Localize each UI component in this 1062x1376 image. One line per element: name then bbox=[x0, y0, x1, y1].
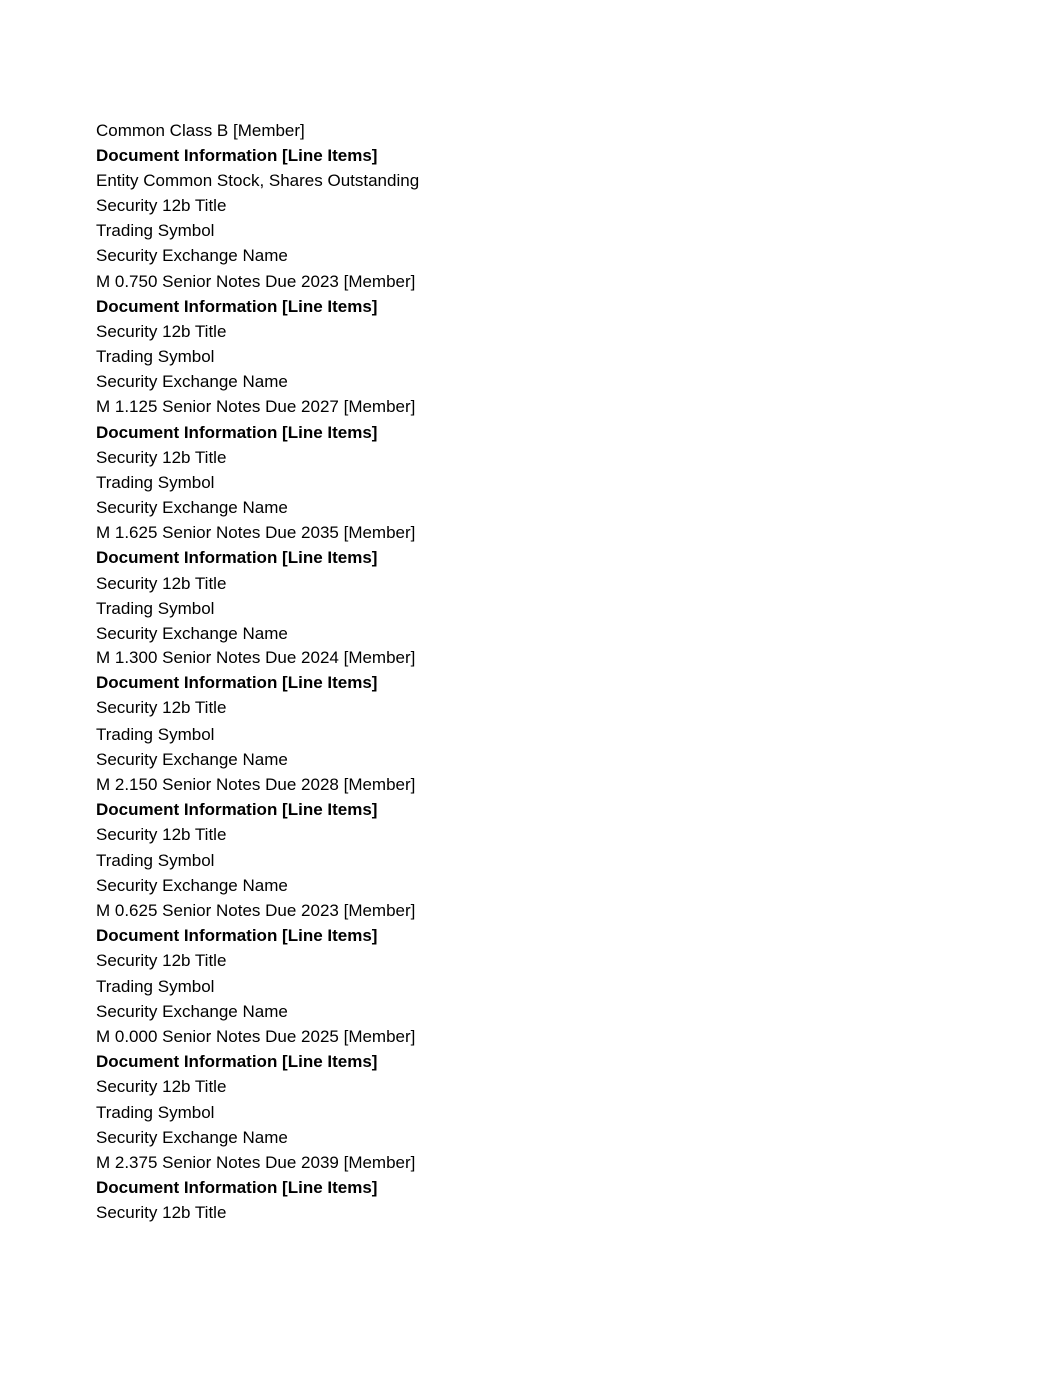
row-label: M 0.625 Senior Notes Due 2023 [Member] bbox=[96, 901, 416, 920]
row-label: Security 12b Title bbox=[96, 196, 227, 215]
row-label: Security 12b Title bbox=[96, 1077, 227, 1096]
row-label: Trading Symbol bbox=[96, 347, 215, 366]
row-label: M 2.375 Senior Notes Due 2039 [Member] bbox=[96, 1153, 416, 1172]
row-label: Security Exchange Name bbox=[96, 1002, 288, 1021]
row-label: Security Exchange Name bbox=[96, 624, 288, 643]
section-header: Document Information [Line Items] bbox=[96, 1178, 378, 1197]
row-label: M 0.750 Senior Notes Due 2023 [Member] bbox=[96, 272, 416, 291]
row-label: M 1.625 Senior Notes Due 2035 [Member] bbox=[96, 523, 416, 542]
section-header: Document Information [Line Items] bbox=[96, 423, 378, 442]
row-label: Security Exchange Name bbox=[96, 246, 288, 265]
section-header: Document Information [Line Items] bbox=[96, 297, 378, 316]
row-label: Trading Symbol bbox=[96, 599, 215, 618]
section-header: Document Information [Line Items] bbox=[96, 800, 378, 819]
row-label: Entity Common Stock, Shares Outstanding bbox=[96, 171, 420, 190]
row-label: Security 12b Title bbox=[96, 574, 227, 593]
row-label: Security 12b Title bbox=[96, 448, 227, 467]
section-header: Document Information [Line Items] bbox=[96, 1052, 378, 1071]
section-header: Document Information [Line Items] bbox=[96, 673, 378, 692]
row-label: Security Exchange Name bbox=[96, 1128, 288, 1147]
row-label: Security 12b Title bbox=[96, 951, 227, 970]
row-label: Trading Symbol bbox=[96, 977, 215, 996]
row-label: Security 12b Title bbox=[96, 322, 227, 341]
row-label: Trading Symbol bbox=[96, 221, 215, 240]
row-label: Trading Symbol bbox=[96, 851, 215, 870]
row-label: Security Exchange Name bbox=[96, 750, 288, 769]
row-label: Security 12b Title bbox=[96, 825, 227, 844]
row-label: M 1.125 Senior Notes Due 2027 [Member] bbox=[96, 397, 416, 416]
row-label: Security Exchange Name bbox=[96, 372, 288, 391]
row-label: Security 12b Title bbox=[96, 698, 227, 717]
row-label: Trading Symbol bbox=[96, 725, 215, 744]
row-label: Security Exchange Name bbox=[96, 498, 288, 517]
row-label: M 0.000 Senior Notes Due 2025 [Member] bbox=[96, 1027, 416, 1046]
section-header: Document Information [Line Items] bbox=[96, 548, 378, 567]
row-label: M 1.300 Senior Notes Due 2024 [Member] bbox=[96, 648, 416, 667]
row-label: Security 12b Title bbox=[96, 1203, 227, 1222]
section-header: Document Information [Line Items] bbox=[96, 926, 378, 945]
row-label: Trading Symbol bbox=[96, 473, 215, 492]
row-label: Common Class B [Member] bbox=[96, 121, 305, 140]
row-label: Trading Symbol bbox=[96, 1103, 215, 1122]
row-label: Security Exchange Name bbox=[96, 876, 288, 895]
row-label: M 2.150 Senior Notes Due 2028 [Member] bbox=[96, 775, 416, 794]
section-header: Document Information [Line Items] bbox=[96, 146, 378, 165]
